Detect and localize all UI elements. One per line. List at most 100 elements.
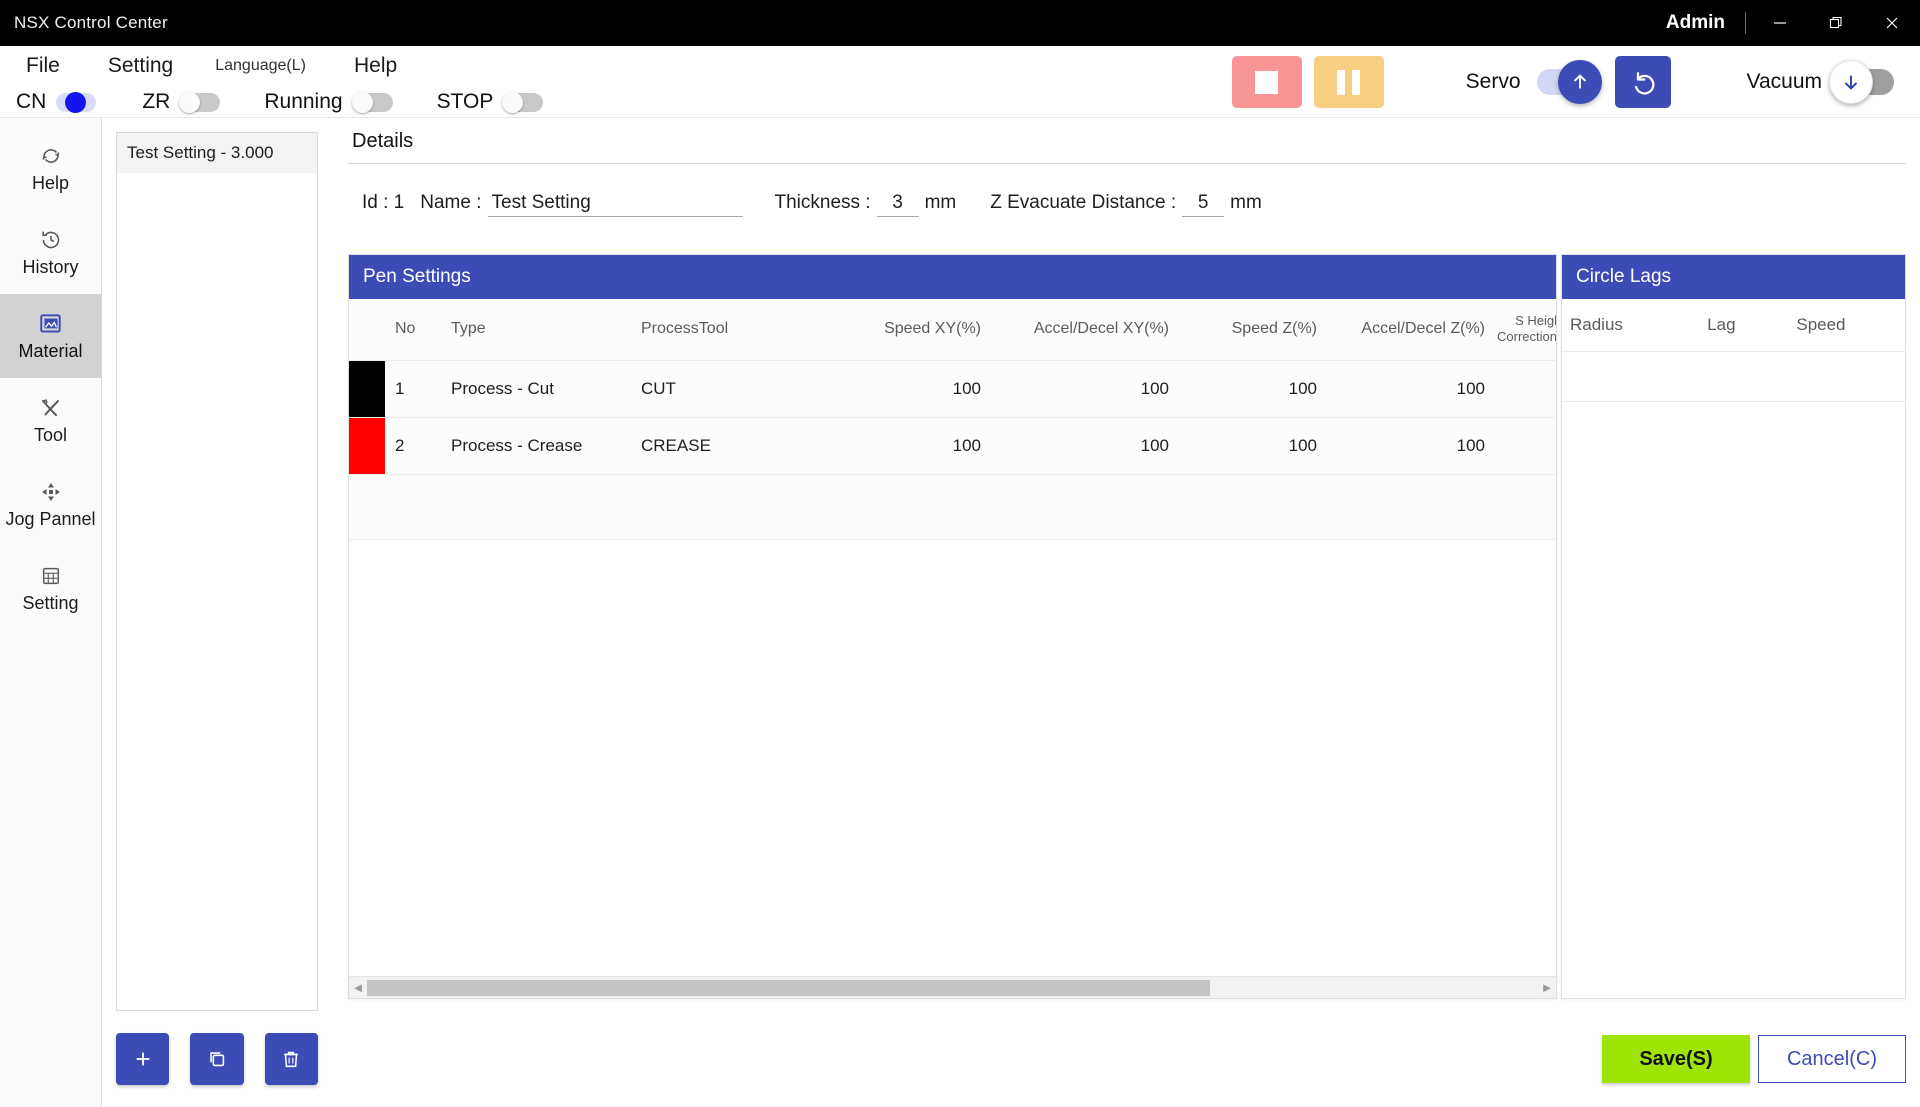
sidebar-item-tool[interactable]: Tool [0, 378, 101, 462]
scrollbar-thumb[interactable] [367, 979, 1211, 996]
name-input[interactable] [487, 189, 743, 217]
toggle-stop[interactable] [502, 91, 544, 113]
toggle-running[interactable] [351, 91, 393, 113]
circle-lags-card: Circle Lags Radius Lag Speed [1561, 254, 1906, 999]
cell-speed-xy: 100 [835, 417, 987, 475]
thickness-unit: mm [924, 192, 957, 213]
cell-process-tool: CREASE [635, 417, 835, 475]
thickness-field: Thickness : mm [774, 189, 957, 217]
sidebar-item-material[interactable]: Material [0, 294, 101, 378]
sidebar-item-history[interactable]: History [0, 210, 101, 294]
table-row[interactable]: 2 Process - Crease CREASE 100 100 100 10… [349, 417, 1556, 475]
toggle-cn[interactable] [56, 91, 97, 113]
sidebar-item-help[interactable]: Help [0, 126, 101, 210]
circle-lags-header-row: Radius Lag Speed [1562, 299, 1905, 352]
toggle-zr-knob [179, 91, 201, 113]
cell-accel-decel-xy: 100 [987, 417, 1175, 475]
col-speed-z: Speed Z(%) [1175, 299, 1323, 361]
copy-icon [210, 1052, 225, 1067]
table-row[interactable]: 1 Process - Cut CUT 100 100 100 100 0 [349, 360, 1556, 418]
menu-help[interactable]: Help [324, 54, 415, 78]
settings-list[interactable]: Test Setting - 3.000 [116, 132, 318, 1011]
toggle-group-stop: STOP [437, 90, 544, 114]
delete-button[interactable] [264, 1033, 318, 1085]
cell-type: Process - Crease [445, 417, 635, 475]
color-swatch[interactable] [349, 417, 385, 474]
col-speed: Speed [1788, 299, 1905, 352]
list-action-bar [116, 1011, 318, 1107]
pen-settings-table: No Type ProcessTool Speed XY(%) Accel/De… [349, 299, 1556, 475]
sidebar-item-setting[interactable]: Setting [0, 546, 101, 630]
toggle-zr[interactable] [179, 91, 221, 113]
reset-button[interactable] [1614, 56, 1671, 108]
sidebar-item-jog-pannel[interactable]: Jog Pannel [0, 462, 101, 546]
sidebar-item-setting-label: Setting [22, 592, 79, 613]
col-radius: Radius [1562, 299, 1700, 352]
cell-process-tool: CUT [635, 360, 835, 418]
circle-lags-empty-row [1562, 351, 1905, 402]
tools-icon [39, 395, 63, 421]
table-header-row: No Type ProcessTool Speed XY(%) Accel/De… [349, 299, 1556, 361]
save-button[interactable]: Save(S) [1602, 1035, 1750, 1083]
menu-language[interactable]: Language(L) [191, 57, 324, 75]
minimize-button[interactable] [1752, 0, 1808, 46]
toggle-group-running: Running [264, 90, 393, 114]
toggle-cn-knob [65, 91, 87, 113]
servo-toggle-knob [1557, 60, 1602, 104]
settings-list-panel: Test Setting - 3.000 [102, 118, 332, 1107]
status-toggles-row: CN ZR Running STOP [0, 86, 544, 118]
scrollbar-track[interactable] [367, 979, 1538, 996]
pause-button[interactable] [1313, 56, 1384, 108]
cell-type: Process - Cut [445, 360, 635, 418]
thickness-input[interactable] [876, 189, 919, 217]
sidebar-item-jog-pannel-label: Jog Pannel [5, 508, 96, 529]
app-body: Help History Material Tool Jog Pannel Se… [0, 118, 1920, 1107]
close-button[interactable] [1864, 0, 1920, 46]
list-item[interactable]: Test Setting - 3.000 [117, 133, 317, 173]
cell-speed-z: 100 [1175, 360, 1323, 418]
pen-settings-table-wrap: No Type ProcessTool Speed XY(%) Accel/De… [349, 299, 1556, 976]
vacuum-toggle[interactable] [1829, 60, 1894, 104]
toggle-stop-label: STOP [436, 90, 494, 113]
menu-file[interactable]: File [0, 54, 78, 78]
pause-icon [1337, 69, 1361, 95]
stop-button[interactable] [1231, 56, 1302, 108]
row-color-cell[interactable] [349, 360, 389, 418]
duplicate-button[interactable] [190, 1033, 244, 1085]
toggle-running-knob [351, 91, 373, 113]
scroll-right-icon[interactable]: ► [1538, 977, 1556, 999]
cell-no: 1 [389, 360, 445, 418]
servo-label: Servo [1465, 70, 1521, 93]
maximize-button[interactable] [1808, 0, 1864, 46]
details-title: Details [352, 130, 414, 152]
thickness-label: Thickness : [774, 192, 871, 213]
circle-lags-table-wrap: Radius Lag Speed [1562, 299, 1905, 998]
toggle-zr-label: ZR [142, 90, 171, 113]
z-evacuate-input[interactable] [1182, 189, 1225, 217]
table-empty-space [349, 474, 1556, 539]
z-evacuate-unit: mm [1230, 192, 1262, 213]
color-swatch[interactable] [349, 360, 385, 417]
add-button[interactable] [116, 1033, 170, 1085]
toggle-running-label: Running [264, 90, 343, 113]
servo-toggle[interactable] [1536, 60, 1602, 104]
cell-no: 2 [389, 417, 445, 475]
col-no: No [389, 299, 445, 361]
col-accel-decel-xy: Accel/Decel XY(%) [987, 299, 1175, 361]
col-type: Type [445, 299, 635, 361]
scroll-left-icon[interactable]: ◄ [349, 977, 367, 999]
circle-lags-table: Radius Lag Speed [1562, 299, 1905, 402]
sidebar-item-material-label: Material [18, 340, 83, 361]
vacuum-toggle-knob [1829, 60, 1873, 104]
clock-history-icon [39, 227, 63, 253]
col-color [349, 299, 389, 361]
row-color-cell[interactable] [349, 417, 389, 475]
menu-setting[interactable]: Setting [78, 54, 191, 78]
toggle-group-zr: ZR [142, 90, 221, 114]
app-title: NSX Control Center [14, 13, 168, 32]
jog-move-icon [39, 479, 63, 505]
cell-accel-decel-z: 100 [1323, 417, 1491, 475]
pen-settings-hscrollbar[interactable]: ◄ ► [349, 976, 1556, 998]
cancel-button[interactable]: Cancel(C) [1758, 1035, 1906, 1083]
cell-s-height-correction: 0 [1491, 360, 1556, 418]
